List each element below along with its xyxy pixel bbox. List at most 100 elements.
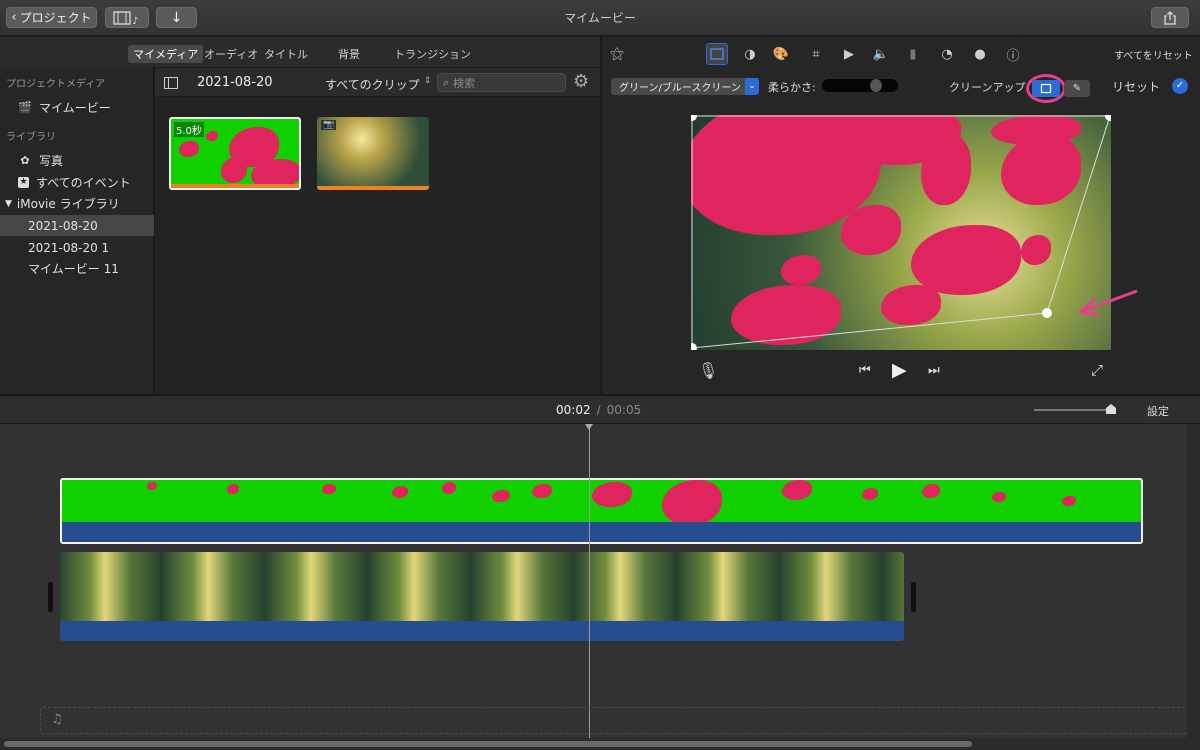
event-title: 2021-08-20 [197,75,273,90]
search-icon: ⌕ [443,75,450,89]
timeline-header: 00:02 / 00:05 設定 [0,395,1200,424]
softness-slider-knob[interactable] [870,79,882,92]
photos-flower-icon: ✿ [20,154,30,167]
cleanup-label: クリーンアップ: [949,81,1030,94]
noise-reduction-icon[interactable]: ● [969,43,991,65]
media-browser: 5.0秒 📷 [155,97,600,394]
sidebar-item-event-3[interactable]: マイムービー 11 [0,258,154,279]
disclosure-triangle-icon[interactable]: ▼ [5,199,12,209]
volume-icon[interactable]: 🔈 [870,43,892,65]
sidebar-toggle-icon[interactable] [164,77,178,89]
sidebar-item-label: マイムービー 11 [28,262,119,276]
imovie-window: ‹ プロジェクト ♪ ↓ マイムービー プロジェクトメディア 🎬 マイムービー [0,0,1200,750]
time-separator: / [596,403,601,417]
horizontal-scrollbar[interactable] [0,738,1200,750]
magic-wand-icon[interactable]: ⚝ [606,43,628,65]
search-field[interactable]: ⌕ 検索 [437,73,566,92]
library-header: ライブラリ [6,132,56,143]
color-palette-icon[interactable]: 🎨 [770,43,792,65]
sidebar-item-event-2[interactable]: 2021-08-20 1 [0,237,154,258]
horizontal-scrollbar-thumb[interactable] [4,741,972,747]
library-sidebar: プロジェクトメディア 🎬 マイムービー ライブラリ ✿ 写真 ★ すべてのイベン… [0,37,154,394]
share-button[interactable] [1151,7,1189,28]
clip-trim-handle-left[interactable] [48,582,53,612]
sidebar-item-project[interactable]: 🎬 マイムービー [0,97,154,118]
clip-thumbnail-background[interactable]: 📷 [317,117,429,190]
effect-select[interactable]: グリーン/ブルースクリーン ⌄ [611,78,759,95]
play-icon[interactable]: ▶ [892,359,907,381]
sidebar-item-all-events[interactable]: ★ すべてのイベント [0,172,154,193]
speed-gauge-icon[interactable]: ◔ [936,43,958,65]
music-note-icon: ♫ [51,712,63,727]
clip-usage-bar [171,184,299,188]
tab-audio[interactable]: オーディオ [199,45,263,62]
media-tabs: マイメディア オーディオ タイトル 背景 トランジション [128,37,600,67]
tab-backgrounds[interactable]: 背景 [333,45,365,62]
clip-filter-select[interactable]: すべてのクリップ ⇕ [325,76,431,93]
sidebar-item-photos[interactable]: ✿ 写真 [0,150,154,171]
timecode: 00:02 / 00:05 [556,403,641,417]
camera-icon: 📷 [321,120,337,130]
zoom-slider[interactable] [1034,404,1116,414]
title-bar: ‹ プロジェクト ♪ ↓ マイムービー [0,0,1200,36]
sidebar-item-label: マイムービー [39,101,111,115]
overlay-icon [710,48,724,60]
fullscreen-icon[interactable]: ⤢ [1091,361,1103,379]
video-preview[interactable] [691,115,1111,350]
share-icon [1164,10,1176,25]
overlay-audio-bar [62,522,1141,542]
tab-titles[interactable]: タイトル [259,45,313,62]
playhead[interactable] [589,424,590,738]
apply-checkmark-icon[interactable]: ✓ [1172,78,1188,94]
timeline-settings-button[interactable]: 設定 [1147,403,1169,419]
current-time: 00:02 [556,403,591,417]
reset-all-button[interactable]: すべてをリセット [1114,47,1193,62]
browser-toolbar: 2021-08-20 すべてのクリップ ⇕ ⌕ 検索 ⚙ [155,67,600,97]
search-placeholder: 検索 [453,76,476,90]
sidebar-item-label: すべてのイベント [36,176,131,190]
playhead-marker[interactable] [585,424,593,430]
sidebar-item-label: 2021-08-20 [28,218,98,233]
clapperboard-icon: 🎬 [18,101,32,114]
cleanup-eraser-button[interactable]: ✎ [1064,80,1090,97]
info-icon[interactable]: ⓘ [1002,43,1024,65]
background-clip[interactable] [60,552,904,641]
video-overlay-settings-button[interactable] [706,43,728,65]
cleanup-crop-button[interactable] [1032,80,1060,97]
overlay-clip-greenscreen[interactable] [60,478,1143,544]
reset-button[interactable]: リセット [1112,78,1160,95]
background-audio-bar [60,621,904,641]
sidebar-item-label: 2021-08-20 1 [28,240,110,255]
zoom-slider-knob[interactable] [1106,404,1116,414]
window-title: マイムービー [564,11,636,25]
clip-duration-badge: 5.0秒 [174,122,204,137]
crop-icon[interactable]: ⌗ [805,43,827,65]
softness-label: 柔らかさ: [768,81,816,94]
tab-my-media[interactable]: マイメディア [128,45,204,63]
effect-select-value: グリーン/ブルースクリーン [619,83,741,94]
sidebar-item-label: iMovie ライブラリ [16,197,120,211]
tab-transitions[interactable]: トランジション [389,45,476,62]
background-clip-filmstrip [60,552,904,621]
stabilization-camera-icon[interactable]: ▶ [838,43,860,65]
color-balance-icon[interactable]: ◑ [739,43,761,65]
sidebar-item-event-1[interactable]: 2021-08-20 [0,215,154,236]
skip-back-icon[interactable]: ⏮ [859,363,871,378]
clip-filter-label: すべてのクリップ [325,78,420,92]
gear-icon[interactable]: ⚙ [573,71,589,92]
clip-thumbnail-greenscreen[interactable]: 5.0秒 [169,117,301,190]
viewer-panel: ⚝ ◑ 🎨 ⌗ ▶ 🔈 ▮ ◔ ● ⓘ すべてをリセット グリーン/ブルースクリ… [601,37,1200,394]
skip-forward-icon[interactable]: ⏭ [928,363,940,378]
timeline: ♫ [0,424,1200,750]
vertical-scrollbar[interactable] [1187,424,1200,738]
project-media-header: プロジェクトメディア [6,79,106,90]
microphone-icon[interactable]: 🎙 [698,361,718,380]
sidebar-item-library[interactable]: ▼ iMovie ライブラリ [0,193,154,214]
equalizer-icon[interactable]: ▮ [902,43,924,65]
clip-trim-handle-right[interactable] [911,582,916,612]
music-track-area[interactable]: ♫ [40,707,1190,734]
clip-usage-bar [317,186,429,190]
cleanup-crop-frame[interactable] [691,115,1111,350]
softness-slider[interactable] [822,79,898,92]
updown-chevron-icon: ⇕ [423,76,432,86]
